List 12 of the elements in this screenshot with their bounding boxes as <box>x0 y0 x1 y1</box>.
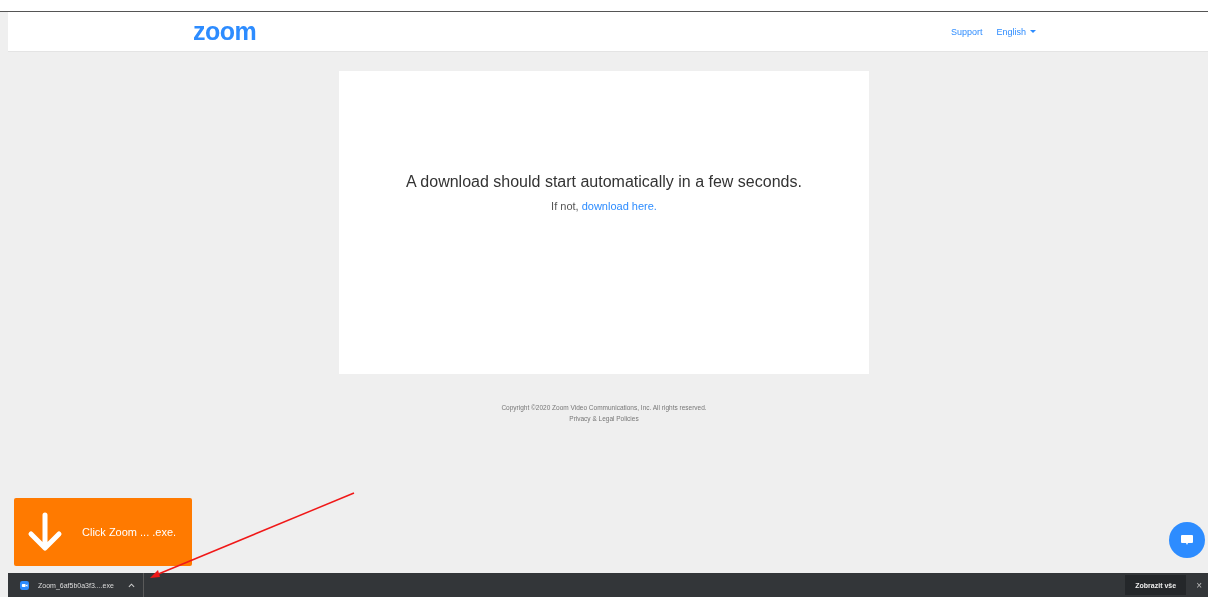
nav-link[interactable]: English <box>996 26 1036 37</box>
fallback-text: If not, download here. <box>551 200 657 212</box>
hint-text: Click Zoom ... .exe. <box>82 526 177 538</box>
zoom-logo[interactable]: zoom <box>193 19 257 44</box>
download-message: A download should start automatically in a few seconds. <box>406 173 802 191</box>
chat-button[interactable] <box>1169 522 1205 558</box>
chevron-up-icon[interactable] <box>127 582 135 588</box>
close-button[interactable]: × <box>1190 579 1208 591</box>
nav-link[interactable]: Support <box>950 26 983 37</box>
download-link[interactable]: download here. <box>581 200 657 212</box>
video-camera-icon <box>20 580 29 590</box>
chat-bubble-icon <box>1181 534 1193 546</box>
